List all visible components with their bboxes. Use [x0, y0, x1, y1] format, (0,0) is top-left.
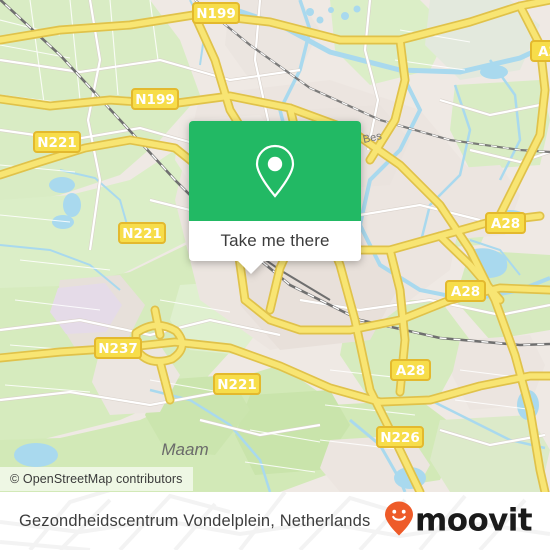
svg-text:N221: N221	[122, 226, 161, 242]
road-shield: N226	[376, 426, 424, 448]
place-label-maam: Maam	[161, 440, 208, 459]
road-shield: A28	[390, 359, 431, 381]
svg-text:N237: N237	[98, 341, 137, 357]
svg-text:N221: N221	[217, 377, 256, 393]
road-shield: A28	[485, 212, 526, 234]
location-title: Gezondheidscentrum Vondelplein, Netherla…	[19, 511, 371, 530]
callout-action-area[interactable]: Take me there	[189, 221, 361, 274]
take-me-there-label: Take me there	[220, 231, 330, 250]
svg-text:N221: N221	[37, 135, 76, 151]
callout-tail	[238, 261, 264, 274]
osm-attribution-text: © OpenStreetMap contributors	[10, 472, 183, 486]
svg-text:A28: A28	[396, 363, 425, 379]
road-shield: N221	[213, 373, 261, 395]
moovit-map-screenshot: Maam Bes N199 N199 N221 N221 N237 N221 N…	[0, 0, 550, 550]
road-shield: N199	[192, 2, 240, 24]
take-me-there-callout[interactable]: Take me there	[189, 121, 361, 274]
moovit-smiley-pin-icon	[384, 501, 414, 542]
callout-icon-area	[189, 121, 361, 221]
road-shield: N221	[33, 131, 81, 153]
moovit-logo[interactable]: moovit	[384, 501, 533, 542]
road-shield: A28	[445, 280, 486, 302]
svg-text:A28: A28	[491, 216, 520, 232]
moovit-wordmark: moovit	[415, 502, 533, 539]
map-pin-icon	[253, 143, 297, 199]
footer-bar: Gezondheidscentrum Vondelplein, Netherla…	[0, 492, 550, 550]
road-shield: N199	[131, 88, 179, 110]
svg-text:N199: N199	[196, 6, 235, 22]
svg-text:A28: A28	[451, 284, 480, 300]
osm-attribution[interactable]: © OpenStreetMap contributors	[0, 467, 193, 491]
road-shield: A2	[530, 40, 550, 62]
road-shield: N237	[94, 337, 142, 359]
svg-text:N226: N226	[380, 430, 419, 446]
road-shield: N221	[118, 222, 166, 244]
svg-text:A2: A2	[538, 44, 550, 60]
svg-text:N199: N199	[135, 92, 174, 108]
